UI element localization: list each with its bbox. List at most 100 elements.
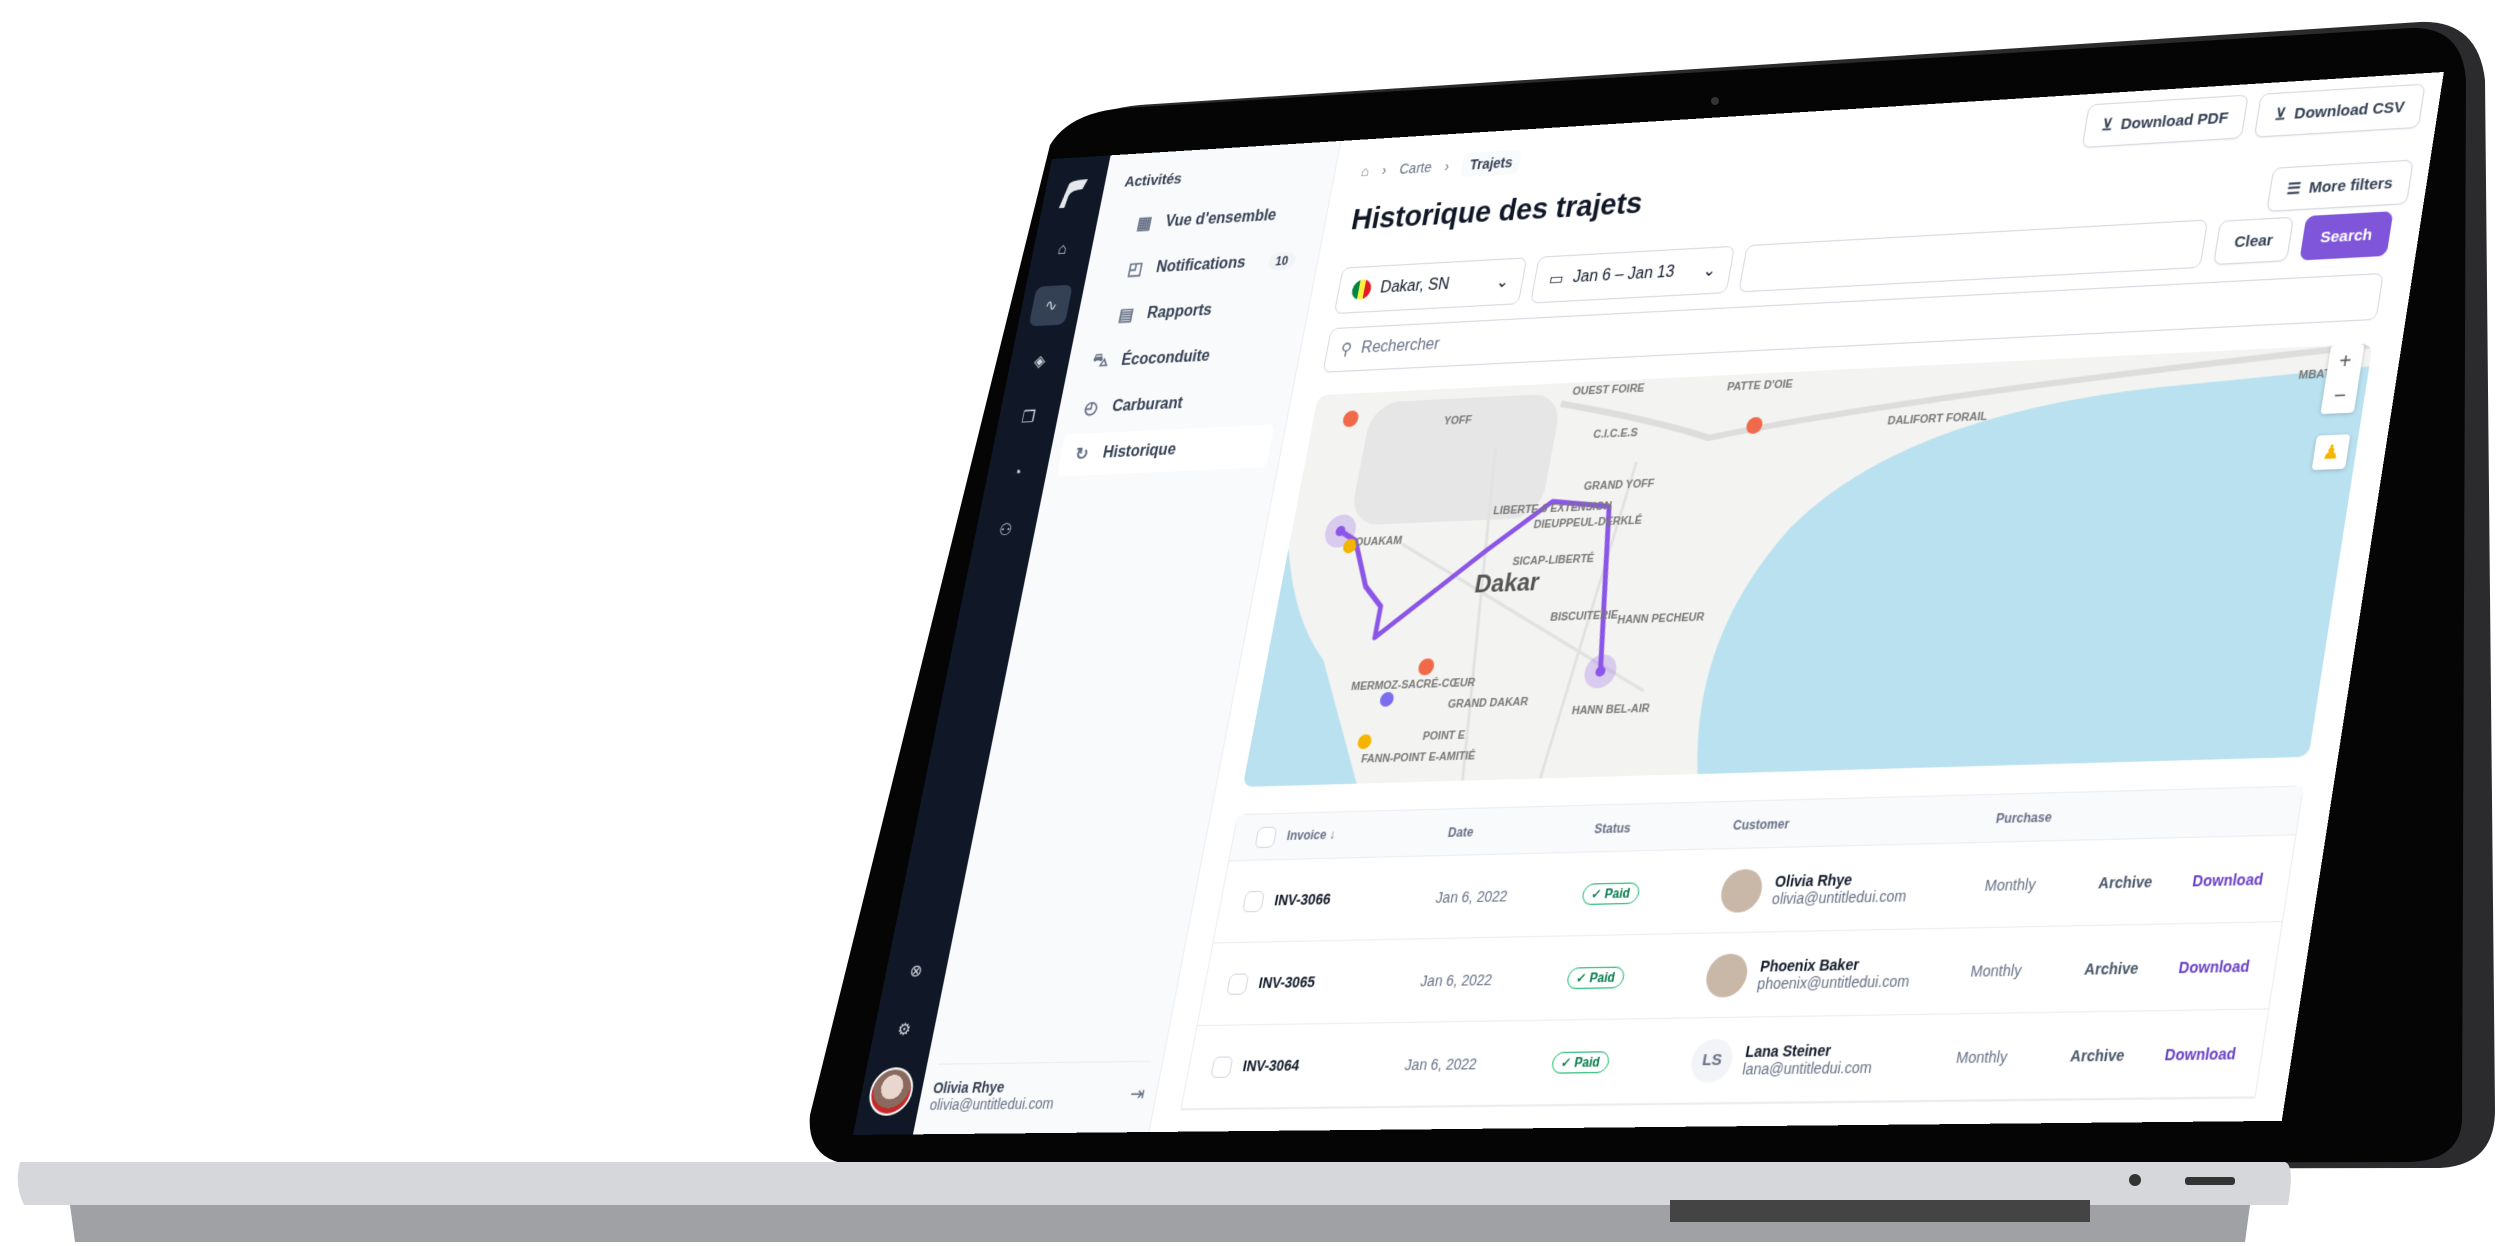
avatar bbox=[1718, 868, 1766, 912]
purchase: Monthly bbox=[1955, 1046, 2072, 1065]
customer-name: Lana Steiner bbox=[1744, 1040, 1876, 1059]
map-label: OUEST FOIRE bbox=[1571, 383, 1645, 399]
sidebar-item-overview[interactable]: ▦ Vue d'ensemble bbox=[1103, 193, 1320, 247]
sidebar-item-reports[interactable]: ▤ Rapports bbox=[1084, 285, 1301, 338]
map-label: HANN PECHEUR bbox=[1616, 611, 1706, 627]
button-label: Download CSV bbox=[2293, 98, 2406, 123]
archive-link[interactable]: Archive bbox=[2083, 958, 2180, 977]
col-customer: Customer bbox=[1732, 811, 1998, 833]
status-badge: ✓ Paid bbox=[1566, 966, 1626, 989]
sidebar-item-ecodriving[interactable]: ⛍ Écoconduite bbox=[1075, 331, 1293, 384]
notification-icon: ◰ bbox=[1123, 259, 1147, 280]
activity-icon[interactable]: ∿ bbox=[1029, 285, 1073, 327]
invoice-date: Jan 6, 2022 bbox=[1419, 969, 1569, 989]
col-date: Date bbox=[1447, 821, 1596, 840]
breadcrumb-carte[interactable]: Carte bbox=[1398, 159, 1433, 177]
user-card: Olivia Rhye olivia@untitledui.com ⇥ bbox=[928, 1061, 1151, 1113]
search-placeholder: Rechercher bbox=[1359, 336, 1440, 358]
filter-input[interactable] bbox=[1738, 219, 2208, 292]
map-label: Dakar bbox=[1473, 568, 1543, 599]
layout-icon: ▦ bbox=[1132, 213, 1156, 234]
row-checkbox[interactable] bbox=[1210, 1056, 1233, 1078]
sidebar-item-history[interactable]: ↻ Historique bbox=[1056, 424, 1274, 476]
shop-marker bbox=[1745, 417, 1764, 434]
more-filters-button[interactable]: ☰ More filters bbox=[2266, 160, 2414, 212]
logo[interactable] bbox=[1052, 174, 1096, 216]
chevron-right-icon: › bbox=[1443, 158, 1450, 174]
customer-email: phoenix@untitledui.com bbox=[1756, 972, 1911, 992]
invoice-id: INV-3066 bbox=[1273, 890, 1332, 908]
row-checkbox[interactable] bbox=[1226, 973, 1249, 995]
restaurant-marker bbox=[1342, 410, 1360, 427]
home-icon[interactable]: ⌂ bbox=[1360, 163, 1371, 179]
users-icon[interactable]: ⚇ bbox=[983, 509, 1028, 551]
select-value: Dakar, SN bbox=[1379, 276, 1451, 298]
download-icon: ⊻ bbox=[2274, 105, 2288, 125]
customer-email: olivia@untitledui.com bbox=[1771, 887, 1908, 907]
logout-icon[interactable]: ⇥ bbox=[1128, 1083, 1147, 1106]
purchase: Monthly bbox=[1969, 960, 2086, 980]
map[interactable]: OUEST FOIRE PATTE D'OIE YOFF C.I.C.E.S DALIF… bbox=[1243, 343, 2373, 786]
speaker-grille bbox=[1670, 1200, 2090, 1222]
download-icon: ⊻ bbox=[2100, 115, 2114, 134]
home-icon[interactable]: ⌂ bbox=[1040, 229, 1084, 271]
search-button[interactable]: Search bbox=[2299, 211, 2393, 260]
settings-icon[interactable]: ⚙ bbox=[882, 1008, 927, 1050]
col-status: Status bbox=[1593, 817, 1734, 836]
map-canvas[interactable]: OUEST FOIRE PATTE D'OIEYOFFC.I.C.E.SDALIF… bbox=[1243, 343, 2373, 786]
zoom-in-button[interactable]: + bbox=[2326, 344, 2365, 380]
col-invoice[interactable]: Invoice bbox=[1286, 827, 1328, 843]
worship-marker bbox=[1379, 692, 1395, 707]
copy-icon[interactable]: ❐ bbox=[1006, 396, 1050, 438]
street-view-pegman-icon[interactable]: ♟ bbox=[2312, 434, 2351, 470]
lifebuoy-icon[interactable]: ⊗ bbox=[893, 950, 938, 992]
user-avatar[interactable] bbox=[866, 1067, 918, 1116]
download-link[interactable]: Download bbox=[2164, 1044, 2238, 1063]
purchase: Monthly bbox=[1984, 874, 2101, 894]
user-email: olivia@untitledui.com bbox=[928, 1095, 1055, 1113]
download-pdf-button[interactable]: ⊻ Download PDF bbox=[2081, 95, 2249, 149]
avatar: LS bbox=[1688, 1038, 1736, 1082]
nav-label: Rapports bbox=[1145, 302, 1213, 324]
map-label: OUAKAM bbox=[1354, 535, 1403, 549]
status-text: Paid bbox=[1573, 1054, 1601, 1070]
select-all-checkbox[interactable] bbox=[1255, 826, 1278, 848]
archive-link[interactable]: Archive bbox=[2097, 871, 2194, 891]
sidebar-item-fuel[interactable]: ◴ Carburant bbox=[1066, 378, 1284, 431]
invoice-date: Jan 6, 2022 bbox=[1404, 1054, 1554, 1073]
date-range-select[interactable]: ▭ Jan 6 – Jan 13 ⌄ bbox=[1530, 246, 1735, 304]
sidebar-heading: Activités bbox=[1123, 162, 1325, 191]
nav-label: Carburant bbox=[1110, 395, 1184, 417]
invoice-id: INV-3064 bbox=[1242, 1056, 1301, 1074]
invoice-id: INV-3065 bbox=[1258, 972, 1317, 990]
customer-email: lana@untitledui.com bbox=[1741, 1058, 1873, 1077]
button-label: More filters bbox=[2308, 174, 2394, 197]
status-badge: ✓ Paid bbox=[1581, 882, 1641, 905]
notification-badge: 10 bbox=[1266, 251, 1297, 271]
user-name: Olivia Rhye bbox=[932, 1078, 1059, 1096]
status-text: Paid bbox=[1588, 969, 1616, 985]
calendar-icon: ▭ bbox=[1547, 268, 1565, 289]
download-csv-button[interactable]: ⊻ Download CSV bbox=[2254, 84, 2425, 138]
breadcrumb-trajets[interactable]: Trajets bbox=[1460, 150, 1522, 178]
map-label: YOFF bbox=[1443, 414, 1473, 427]
row-checkbox[interactable] bbox=[1242, 890, 1265, 912]
camera bbox=[1711, 97, 1719, 105]
sidebar-item-notifications[interactable]: ◰ Notifications 10 bbox=[1094, 239, 1311, 293]
file-icon: ▤ bbox=[1114, 305, 1138, 326]
clear-button[interactable]: Clear bbox=[2213, 217, 2294, 265]
chevron-right-icon: › bbox=[1381, 162, 1388, 178]
download-link[interactable]: Download bbox=[2178, 957, 2251, 976]
layers-icon[interactable]: ◈ bbox=[1018, 340, 1062, 382]
restaurant-marker bbox=[1417, 658, 1435, 675]
download-link[interactable]: Download bbox=[2191, 870, 2264, 889]
map-label: C.I.C.E.S bbox=[1592, 427, 1639, 441]
arrow-down-icon: ↓ bbox=[1328, 827, 1337, 842]
location-select[interactable]: Dakar, SN ⌄ bbox=[1334, 257, 1528, 314]
zoom-out-button[interactable]: − bbox=[2320, 378, 2359, 414]
archive-link[interactable]: Archive bbox=[2069, 1045, 2166, 1064]
laptop-base bbox=[18, 1162, 2291, 1205]
pie-chart-icon[interactable]: ◔ bbox=[995, 453, 1040, 495]
avatar bbox=[1703, 953, 1751, 997]
button-label: Download PDF bbox=[2120, 109, 2230, 133]
